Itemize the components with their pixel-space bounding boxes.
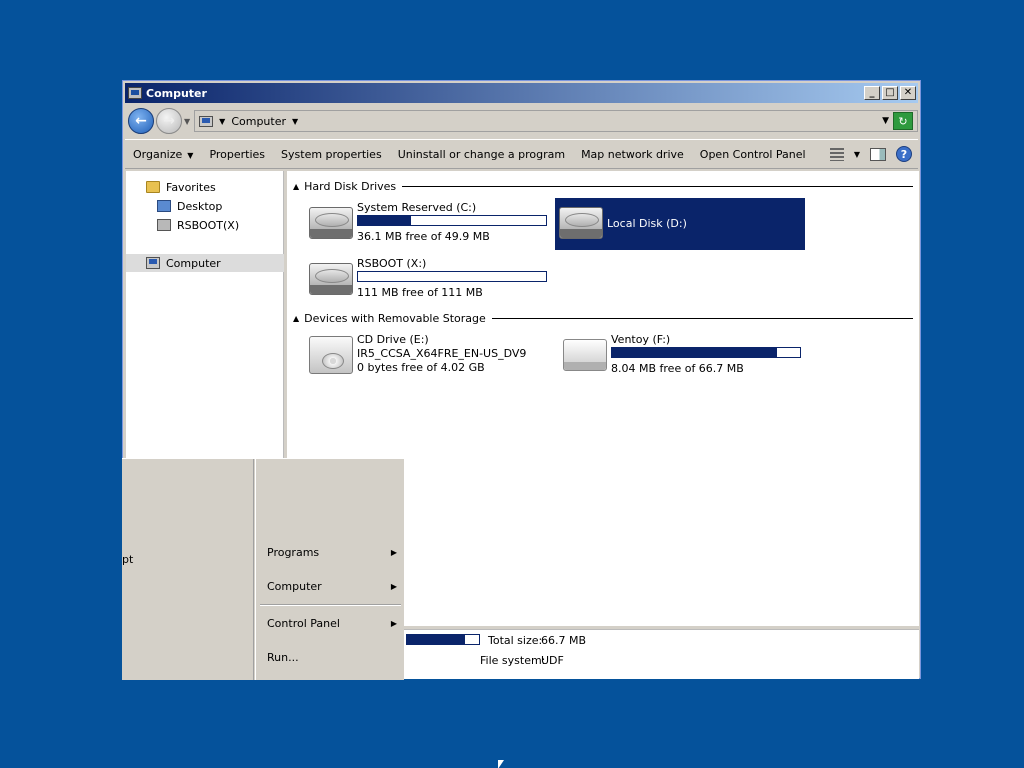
desktop-icon: [157, 200, 171, 212]
address-dropdown-icon[interactable]: ▼: [882, 116, 889, 126]
chevron-right-icon: ▶: [390, 581, 397, 591]
start-menu-right-column: Programs ▶ Computer ▶ Control Panel ▶ Ru…: [255, 459, 404, 680]
uninstall-program-button[interactable]: Uninstall or change a program: [390, 148, 573, 161]
command-bar: Organize ▼ Properties System properties U…: [125, 139, 918, 169]
breadcrumb-computer[interactable]: Computer: [231, 115, 286, 128]
drive-free-space: 36.1 MB free of 49.9 MB: [357, 230, 490, 243]
map-network-drive-button[interactable]: Map network drive: [573, 148, 692, 161]
total-size-value: 66.7 MB: [541, 634, 587, 647]
preview-pane-icon[interactable]: [870, 147, 886, 161]
capacity-bar: [357, 271, 547, 282]
nav-rsboot-label: RSBOOT(X): [177, 218, 240, 232]
breadcrumb-arrow-icon[interactable]: ▼: [292, 117, 298, 126]
programs-label: Programs: [267, 545, 320, 559]
hard-drive-icon: [559, 207, 603, 239]
change-view-icon[interactable]: [829, 147, 844, 161]
breadcrumb-arrow-icon[interactable]: ▼: [219, 117, 225, 126]
refresh-icon[interactable]: ↻: [893, 112, 913, 130]
window-title: Computer: [146, 86, 207, 100]
start-menu-left-column: pt: [122, 459, 254, 680]
hard-drive-icon: [309, 263, 353, 295]
chevron-right-icon: ▶: [390, 547, 397, 557]
drive-f[interactable]: Ventoy (F:) 8.04 MB free of 66.7 MB: [559, 330, 809, 382]
collapse-icon[interactable]: ▲: [293, 314, 299, 323]
start-menu-partial-item[interactable]: pt: [122, 553, 133, 566]
drive-name: System Reserved (C:): [357, 201, 477, 214]
start-computer[interactable]: Computer ▶: [256, 576, 405, 596]
drive-name: RSBOOT (X:): [357, 257, 427, 270]
help-icon[interactable]: ?: [896, 146, 912, 162]
nav-favorites[interactable]: Favorites: [146, 178, 216, 196]
organize-button[interactable]: Organize ▼: [125, 148, 201, 161]
drive-e[interactable]: CD Drive (E:) IR5_CCSA_X64FRE_EN-US_DV9 …: [305, 330, 555, 382]
organize-label: Organize: [133, 147, 183, 161]
drive-x[interactable]: RSBOOT (X:) 111 MB free of 111 MB: [305, 254, 555, 306]
drive-icon: [157, 219, 171, 231]
chevron-down-icon: ▼: [187, 150, 194, 160]
capacity-fill: [407, 635, 465, 644]
drive-free-space: 111 MB free of 111 MB: [357, 286, 483, 299]
chevron-down-icon[interactable]: ▼: [854, 150, 860, 159]
star-folder-icon: [146, 181, 160, 193]
collapse-icon[interactable]: ▲: [293, 182, 299, 191]
group-removable-storage[interactable]: ▲ Devices with Removable Storage: [293, 312, 913, 325]
group-removable-label: Devices with Removable Storage: [304, 312, 486, 325]
group-hard-disk-drives[interactable]: ▲ Hard Disk Drives: [293, 180, 913, 193]
title-bar[interactable]: Computer _ □ ✕: [125, 83, 918, 103]
computer-icon: [146, 257, 160, 269]
drive-volume-label: IR5_CCSA_X64FRE_EN-US_DV9: [357, 347, 527, 360]
computer-label: Computer: [267, 579, 322, 593]
computer-icon: [199, 115, 214, 127]
file-system-label: File system:: [480, 654, 546, 667]
drive-c[interactable]: System Reserved (C:) 36.1 MB free of 49.…: [305, 198, 555, 250]
minimize-button[interactable]: _: [864, 86, 880, 100]
hard-drive-icon: [309, 207, 353, 239]
drive-name: Ventoy (F:): [611, 333, 671, 346]
control-panel-label: Control Panel: [267, 616, 340, 630]
mouse-cursor-icon: [498, 760, 504, 768]
open-control-panel-button[interactable]: Open Control Panel: [692, 148, 814, 161]
capacity-fill: [612, 348, 778, 357]
capacity-fill: [358, 216, 411, 225]
start-menu: pt Programs ▶ Computer ▶ Control Panel ▶…: [122, 458, 404, 680]
drive-name: Local Disk (D:): [607, 217, 687, 230]
nav-favorites-label: Favorites: [166, 180, 216, 194]
start-control-panel[interactable]: Control Panel ▶: [256, 613, 405, 633]
details-capacity-bar: [406, 634, 480, 645]
file-system-value: UDF: [541, 654, 564, 667]
cd-drive-icon: [309, 336, 353, 374]
system-properties-button[interactable]: System properties: [273, 148, 390, 161]
nav-desktop[interactable]: Desktop: [157, 197, 222, 215]
total-size-label: Total size:: [488, 634, 543, 647]
nav-desktop-label: Desktop: [177, 199, 223, 213]
computer-icon: [128, 87, 142, 99]
group-hdd-label: Hard Disk Drives: [304, 180, 397, 193]
address-row: ← → ▼ ▼ Computer ▼ ▼ ↻: [125, 107, 918, 135]
drive-free-space: 8.04 MB free of 66.7 MB: [611, 362, 744, 375]
drive-d[interactable]: Local Disk (D:): [555, 198, 805, 250]
start-programs[interactable]: Programs ▶: [256, 542, 405, 562]
capacity-bar: [611, 347, 801, 358]
menu-divider: [260, 604, 401, 606]
close-button[interactable]: ✕: [900, 86, 916, 100]
address-bar[interactable]: ▼ Computer ▼ ▼ ↻: [194, 110, 918, 132]
start-run[interactable]: Run...: [256, 647, 405, 667]
drive-name: CD Drive (E:): [357, 333, 429, 346]
properties-button[interactable]: Properties: [201, 148, 273, 161]
capacity-bar: [357, 215, 547, 226]
nav-computer[interactable]: Computer: [126, 254, 284, 272]
back-button[interactable]: ←: [128, 108, 154, 134]
nav-rsboot[interactable]: RSBOOT(X): [157, 216, 239, 234]
removable-drive-icon: [563, 339, 607, 371]
run-label: Run...: [267, 650, 299, 664]
forward-button[interactable]: →: [156, 108, 182, 134]
chevron-right-icon: ▶: [390, 618, 397, 628]
drive-free-space: 0 bytes free of 4.02 GB: [357, 361, 485, 374]
nav-computer-label: Computer: [166, 256, 221, 270]
maximize-button[interactable]: □: [882, 86, 898, 100]
recent-pages-icon[interactable]: ▼: [184, 117, 190, 126]
